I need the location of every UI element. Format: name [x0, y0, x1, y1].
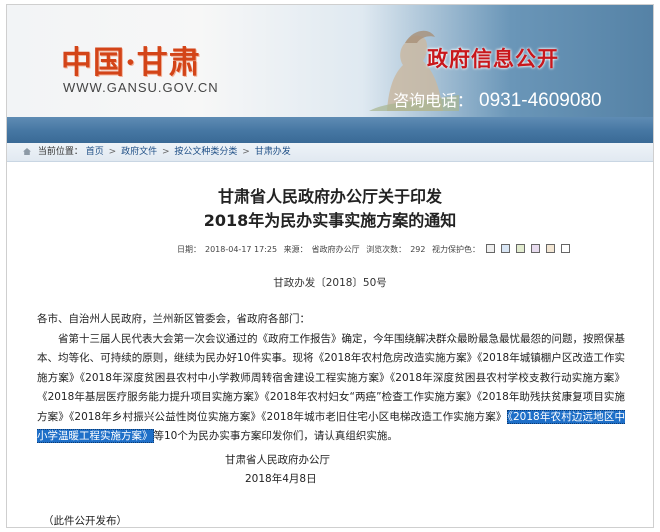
body-text: 省第十三届人民代表大会第一次会议通过的《政府工作报告》确定，今年围绕解决群众最盼…	[37, 332, 625, 423]
breadcrumb-separator: >	[161, 147, 170, 157]
color-swatch-white[interactable]	[561, 244, 571, 253]
article-title-line2: 2018年为民办实事实施方案的通知	[203, 211, 457, 230]
article-title-line1: 甘肃省人民政府办公厅关于印发	[217, 187, 442, 206]
article-meta: 日期： 2018-04-17 17:25 来源： 省政府办公厅 浏览次数： 292 视…	[177, 244, 574, 255]
color-swatch-blue[interactable]	[501, 244, 511, 253]
site-logo[interactable]: 中国·甘肃 WWW.GANSU.GOV.CN	[61, 37, 219, 95]
meta-source-label: 来源：	[283, 245, 308, 254]
header-title: 政府信息公开	[427, 47, 559, 71]
nav-band	[7, 117, 653, 143]
salutation: 各市、自治州人民政府，兰州新区管委会，省政府各部门：	[37, 313, 310, 325]
site-banner: 中国·甘肃 WWW.GANSU.GOV.CN 政府信息公开 咨询电话： 0931-…	[7, 5, 653, 117]
sign-date: 2018年4月8日	[245, 473, 317, 485]
article-body: 各市、自治州人民政府，兰州新区管委会，省政府各部门： 省第十三届人民代表大会第一…	[37, 310, 625, 447]
color-swatch-purple[interactable]	[531, 244, 541, 253]
breadcrumb-item-home[interactable]: 首页	[86, 147, 104, 157]
breadcrumb-label: 当前位置：	[37, 147, 83, 157]
meta-date: 2018-04-17 17:25	[205, 245, 278, 254]
breadcrumb: 当前位置： 首页 > 政府文件 > 按公文种类分类 > 甘肃办发	[7, 143, 653, 162]
hotline-label: 咨询电话：	[393, 91, 474, 110]
logo-text: 中国·甘肃	[61, 45, 201, 81]
body-paragraph: 省第十三届人民代表大会第一次会议通过的《政府工作报告》确定，今年围绕解决群众最盼…	[37, 330, 625, 447]
meta-date-label: 日期：	[177, 245, 201, 254]
breadcrumb-item-doc-type[interactable]: 按公文种类分类	[174, 147, 237, 157]
release-note: （此件公开发布）	[43, 515, 127, 527]
color-swatch-green[interactable]	[516, 244, 526, 253]
breadcrumb-separator: >	[108, 147, 117, 157]
meta-views-label: 浏览次数：	[366, 245, 407, 254]
hotline: 咨询电话： 0931-4609080	[393, 87, 602, 112]
breadcrumb-item-gansu-banfa[interactable]: 甘肃办发	[255, 147, 291, 157]
home-icon	[23, 148, 31, 155]
meta-source: 省政府办公厅	[311, 245, 360, 254]
page-frame: 中国·甘肃 WWW.GANSU.GOV.CN 政府信息公开 咨询电话： 0931-…	[6, 4, 654, 528]
color-swatch-gray[interactable]	[486, 244, 496, 253]
meta-scheme-label: 视力保护色：	[432, 245, 481, 254]
signer: 甘肃省人民政府办公厅	[225, 454, 330, 466]
logo-url: WWW.GANSU.GOV.CN	[63, 80, 219, 95]
color-swatch-tan[interactable]	[546, 244, 556, 253]
breadcrumb-item-gov-docs[interactable]: 政府文件	[121, 147, 157, 157]
meta-views: 292	[410, 245, 426, 254]
body-text-end: 等10个为民办实事方案印发你们，请认真组织实施。	[153, 430, 398, 442]
document-number: 甘政办发〔2018〕50号	[273, 277, 387, 289]
breadcrumb-separator: >	[242, 147, 250, 157]
hotline-number: 0931-4609080	[479, 90, 602, 111]
